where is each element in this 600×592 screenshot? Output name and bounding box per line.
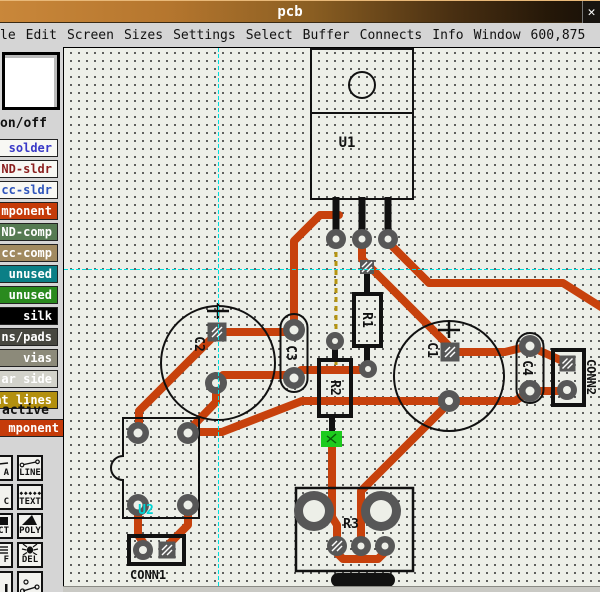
label-c4: C4 [519,360,534,376]
label-conn2: CONN2 [584,359,598,395]
tool-label: C [4,497,9,507]
menu-screen[interactable]: Screen [67,28,114,43]
label-r1: R1 [359,312,374,328]
conn2-pads[interactable] [557,356,577,401]
c2-pads[interactable] [205,323,227,395]
tool-del-button[interactable]: DEL [17,542,43,568]
layer-toggle-unused-2[interactable]: unused [0,286,58,304]
component-c1[interactable] [394,321,504,431]
layer-toggle-vcc-comp[interactable]: cc-comp [0,244,58,262]
tool-rect-button-clipped[interactable]: CT [0,513,13,539]
close-icon: ✕ [588,5,596,20]
u2-pads[interactable] [127,422,199,516]
window-title: pcb [0,4,580,20]
board-drawing[interactable]: U1 C2 C1 C3 C4 R1 R2 R3 U2 CONN1 CONN2 [64,48,600,587]
menu-buffer[interactable]: Buffer [303,28,350,43]
conn1-pads[interactable] [133,540,176,560]
label-c2: C2 [191,336,206,352]
layer-toggle-gnd-comp[interactable]: ND-comp [0,223,58,241]
label-u1: U1 [339,135,356,151]
pcb-window: pcb ✕ le Edit Screen Sizes Settings Sele… [0,0,600,592]
layer-toggle-vcc-sldr[interactable]: cc-sldr [0,181,58,199]
label-conn1: CONN1 [130,568,166,582]
trace-c1-to-conn2-bottom[interactable] [449,391,567,401]
layer-toggle-gnd-sldr[interactable]: ND-sldr [0,160,58,178]
tool-label: A [4,468,9,478]
close-button[interactable]: ✕ [582,1,600,24]
tool-text-button[interactable]: TEXT [17,484,43,510]
u1-pins[interactable] [326,229,398,249]
menu-sizes[interactable]: Sizes [124,28,163,43]
layer-toggle-unused-1[interactable]: unused [0,265,58,283]
partial-icon [3,584,9,592]
line-icon [19,459,41,468]
insert-point-icon [19,579,41,592]
tool-label: F [4,555,9,565]
canvas-bottom-border [63,586,600,592]
buffer-icon [0,546,9,555]
layer-toggle-pins-pads[interactable]: ns/pads [0,328,58,346]
component-u1[interactable] [311,49,413,235]
tool-label: CT [0,526,9,536]
layout-canvas[interactable]: U1 C2 C1 C3 C4 R1 R2 R3 U2 CONN1 CONN2 [63,47,600,586]
cursor-coordinates: 600,875 [531,28,586,43]
label-r3: R3 [343,517,359,532]
layer-toggle-silk[interactable]: silk [0,307,58,325]
menu-edit[interactable]: Edit [26,28,57,43]
menu-settings[interactable]: Settings [173,28,236,43]
layer-toggle-far-side[interactable]: ar side [0,370,58,388]
tool-label: DEL [22,555,38,565]
layer-toggle-solder[interactable]: solder [0,139,58,157]
rect-icon [0,517,9,526]
menu-select[interactable]: Select [246,28,293,43]
menu-bar: le Edit Screen Sizes Settings Select Buf… [0,23,600,47]
r2-pads[interactable] [326,332,344,350]
trace-c2pad-to-c3bottom[interactable] [216,375,294,382]
label-u2: U2 [138,503,154,518]
via-icon [0,460,9,468]
poly-icon [20,514,40,526]
tool-poly-button[interactable]: POLY [17,513,43,539]
tool-via-button-clipped[interactable]: A [0,455,13,481]
active-layer-label: active [2,403,49,418]
text-icon [19,490,41,497]
board-preview-thumbnail[interactable] [2,52,60,110]
active-layer-button[interactable]: mponent [0,419,63,437]
trace-u1pin3-right[interactable] [388,242,600,307]
tool-insert-point-button[interactable] [17,571,43,592]
layer-toggle-vias[interactable]: vias [0,349,58,367]
menu-file[interactable]: le [0,28,16,43]
label-c3: C3 [283,345,298,361]
tool-arc-button-clipped[interactable]: C [0,484,13,510]
r2-selected-pad[interactable] [321,431,342,447]
tool-clipped-bottom-left[interactable] [0,571,13,592]
del-bug-icon [21,543,39,555]
trace-greenpad-to-r3[interactable] [332,447,337,544]
tool-label: TEXT [19,497,41,507]
label-r2: R2 [327,380,342,396]
menu-window[interactable]: Window [474,28,521,43]
layers-onoff-label: on/off [0,116,47,131]
tool-line-button[interactable]: LINE [17,455,43,481]
tool-label: LINE [19,468,41,478]
layer-toggle-component[interactable]: mponent [0,202,58,220]
trace-c1-to-conn2-top[interactable] [453,346,567,363]
menu-info[interactable]: Info [432,28,463,43]
tool-buf-button-clipped[interactable]: F [0,542,13,568]
layer-toggle-list: solder ND-sldr cc-sldr mponent ND-comp c… [0,139,58,409]
title-bar[interactable]: pcb ✕ [0,0,600,23]
c1-pads[interactable] [438,343,460,413]
tool-label: POLY [19,526,41,536]
tool-palette: A LINE C [0,455,43,592]
label-c1: C1 [424,342,439,358]
side-panel: on/off solder ND-sldr cc-sldr mponent ND… [0,47,63,592]
menu-connects[interactable]: Connects [360,28,423,43]
